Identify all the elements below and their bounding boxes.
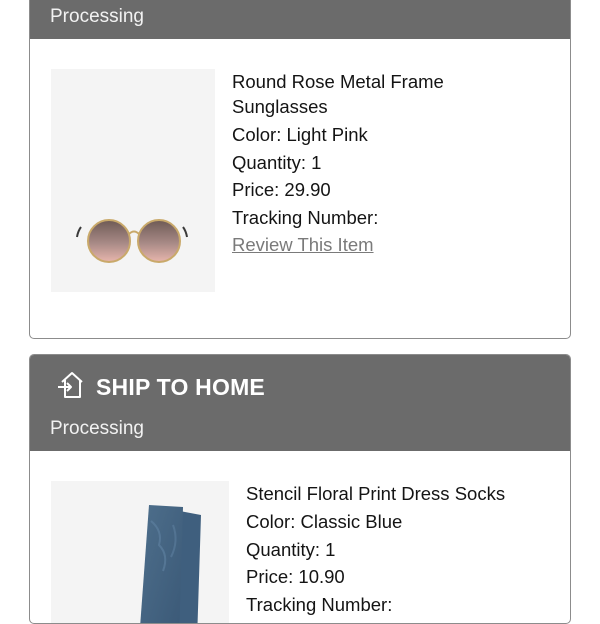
ship-to-home-icon bbox=[58, 372, 83, 398]
product-color: Color: Light Pink bbox=[232, 124, 368, 145]
product-price: Price: 10.90 bbox=[246, 566, 345, 587]
product-image-socks[interactable] bbox=[51, 481, 229, 623]
order-card-header: Processing bbox=[30, 0, 570, 39]
product-image-sunglasses[interactable] bbox=[51, 69, 215, 292]
review-item-link[interactable]: Review This Item bbox=[232, 231, 532, 259]
tracking-number: Tracking Number: bbox=[232, 206, 379, 228]
product-details: Round Rose Metal Frame Sunglasses Color:… bbox=[232, 69, 532, 259]
sunglasses-image bbox=[76, 219, 188, 263]
product-name[interactable]: Round Rose Metal Frame Sunglasses bbox=[232, 69, 532, 119]
tracking-number: Tracking Number: bbox=[246, 593, 393, 615]
order-status: Processing bbox=[50, 418, 144, 439]
order-card-header: SHIP TO HOME Processing bbox=[30, 355, 570, 451]
product-quantity: Quantity: 1 bbox=[232, 151, 322, 173]
product-quantity: Quantity: 1 bbox=[246, 538, 336, 560]
shipping-method-title: SHIP TO HOME bbox=[96, 374, 265, 400]
product-name[interactable]: Stencil Floral Print Dress Socks bbox=[246, 481, 556, 506]
product-price: Price: 29.90 bbox=[232, 179, 331, 200]
product-details: Stencil Floral Print Dress Socks Color: … bbox=[246, 481, 556, 618]
order-card-2: SHIP TO HOME Processing Stencil Floral P… bbox=[29, 354, 571, 624]
product-color: Color: Classic Blue bbox=[246, 511, 403, 532]
order-status: Processing bbox=[50, 6, 144, 27]
order-card-1: Processing Round Rose Metal Frame Sungla… bbox=[29, 0, 571, 339]
socks-image bbox=[140, 505, 201, 623]
